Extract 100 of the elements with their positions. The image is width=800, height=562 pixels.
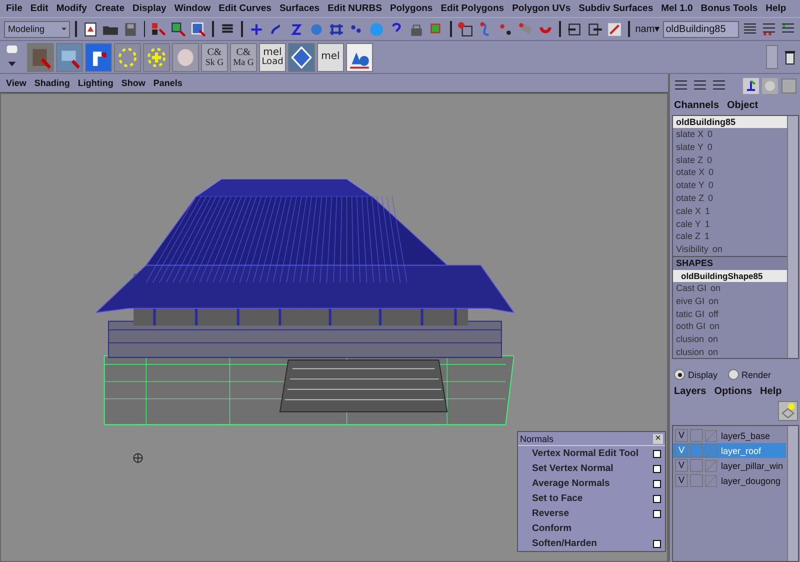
input-icon[interactable] [566,20,584,38]
output-icon[interactable] [586,20,604,38]
visibility-toggle[interactable]: V [675,459,688,472]
shelf-scrollbar[interactable] [766,45,778,69]
type-toggle[interactable] [690,459,703,472]
shelf-button[interactable] [143,42,170,72]
menu-item[interactable]: Conform [518,521,665,536]
channel-name[interactable]: cale Z [676,230,701,244]
mode-dropdown[interactable]: Modeling [4,20,70,38]
menu-item[interactable]: Edit Polygons [438,3,510,14]
channel-name[interactable]: Visibility [676,243,708,256]
shelf-button[interactable]: C& Sk G [201,42,228,72]
menu-item[interactable]: Modify [53,3,92,14]
shelf-button[interactable]: mel Load [259,42,286,72]
menu-item[interactable]: Subdiv Surfaces [576,3,658,14]
channel-name[interactable]: otate Z [676,192,704,205]
select-hierarchy-icon[interactable] [150,20,168,38]
radio-button[interactable]: Render [728,369,772,380]
panel-menu-item[interactable]: Shading [34,78,70,88]
channel-name[interactable]: slate X [676,128,704,141]
trash-icon[interactable] [782,48,798,66]
select-object-icon[interactable] [170,20,188,38]
axis-icon[interactable] [743,78,759,94]
visibility-toggle[interactable]: V [675,474,688,487]
menu-item[interactable]: Edit NURBS [324,3,387,14]
channel-value[interactable]: 1 [705,204,710,218]
menu-item[interactable]: Polygons [386,3,438,14]
channel-value[interactable]: on [708,346,718,358]
color-swatch-icon[interactable] [705,430,717,442]
channel-name[interactable]: clusion [676,346,704,358]
name-field[interactable]: oldBuilding85 [662,20,739,38]
channel-value[interactable]: 0 [707,154,712,166]
menu-item[interactable]: Window [171,3,216,14]
option-box-icon[interactable] [653,464,661,472]
channel-box-menu[interactable]: Channels [674,100,720,111]
menu-item[interactable]: Average Normals [518,476,665,491]
channel-name[interactable]: Cast GI [676,282,707,295]
layer-menu[interactable]: Help [760,386,782,397]
object-name[interactable]: oldBuilding85 [673,116,788,128]
color-swatch-icon[interactable] [705,474,717,486]
color-swatch-icon[interactable] [705,460,717,472]
shelf-button[interactable]: mel [317,42,344,72]
layer-menu[interactable]: Options [714,386,752,397]
channel-value[interactable]: 0 [707,140,712,154]
menu-item[interactable]: Soften/Harden [518,536,665,551]
option-box-icon[interactable] [653,480,661,488]
channel-value[interactable]: on [708,333,718,346]
option-box-icon[interactable] [653,494,661,502]
snap-grid-icon[interactable] [457,20,474,38]
visibility-toggle[interactable]: V [675,429,688,442]
scrollbar[interactable] [787,116,798,358]
menu-item[interactable]: Display [130,3,172,14]
layer-row[interactable]: V layer5_base [673,428,786,443]
select-component-icon[interactable] [190,20,208,38]
channel-name[interactable]: otate Y [676,179,704,192]
radio-button[interactable]: Display [674,369,718,380]
menu-item[interactable]: Edit [27,3,54,14]
channel-value[interactable]: on [708,294,719,308]
channel-value[interactable]: 0 [708,166,714,180]
shelf-button[interactable] [85,42,112,72]
channel-value[interactable]: on [710,282,721,295]
channel-box-menu[interactable]: Object [727,100,758,111]
menu-item[interactable]: Bonus Tools [698,3,763,14]
channel-value[interactable]: on [712,243,722,256]
menu-item[interactable]: Polygon UVs [509,3,576,14]
channel-value[interactable]: on [710,320,720,334]
layer-row[interactable]: V layer_pillar_win [673,458,786,473]
shelf-button[interactable]: C& Ma G [230,42,257,72]
menu-item[interactable]: Mel 1.0 [658,3,698,14]
channel-name[interactable]: tatic GI [676,308,705,320]
channel-name[interactable]: eive GI [676,294,705,308]
rotate-manipulator-icon[interactable] [131,451,145,465]
panel-menu-item[interactable]: View [6,78,26,88]
channel-name[interactable]: clusion [676,333,704,346]
new-layer-icon[interactable] [778,401,798,421]
channel-value[interactable]: off [708,308,718,320]
name-field-label[interactable]: nam▾ [635,23,660,35]
panel-menu-item[interactable]: Lighting [78,78,114,88]
option-box-icon[interactable] [653,540,661,548]
channel-value[interactable]: 1 [704,230,710,244]
channel-value[interactable]: 0 [708,192,714,205]
menu-item[interactable]: Create [92,3,130,14]
type-toggle[interactable] [690,444,703,457]
scrollbar[interactable] [787,426,798,561]
channel-name[interactable]: ooth GI [676,320,706,334]
shelf-button[interactable] [172,42,199,72]
menu-item[interactable]: Edit Curves [216,3,276,14]
menu-item[interactable]: Help [762,3,792,14]
option-box-icon[interactable] [653,450,661,458]
type-toggle[interactable] [690,429,703,442]
layer-row[interactable]: V layer_dougong [673,473,786,488]
menu-item[interactable]: Vertex Normal Edit Tool [518,446,665,461]
channel-value[interactable]: 0 [708,128,713,141]
viewport[interactable]: Normals × Vertex Normal Edit Tool Set Vertex Normal Average Normals Set to Face Reverse Conform Soften/Harden [0,93,668,562]
menu-item[interactable]: Set Vertex Normal [518,461,665,476]
shelf-button[interactable] [114,42,141,72]
shelf-button[interactable] [288,42,315,72]
panel-menu-item[interactable]: Show [121,78,146,88]
attribute-editor-icon[interactable] [761,21,777,37]
file-icon[interactable] [82,20,99,38]
